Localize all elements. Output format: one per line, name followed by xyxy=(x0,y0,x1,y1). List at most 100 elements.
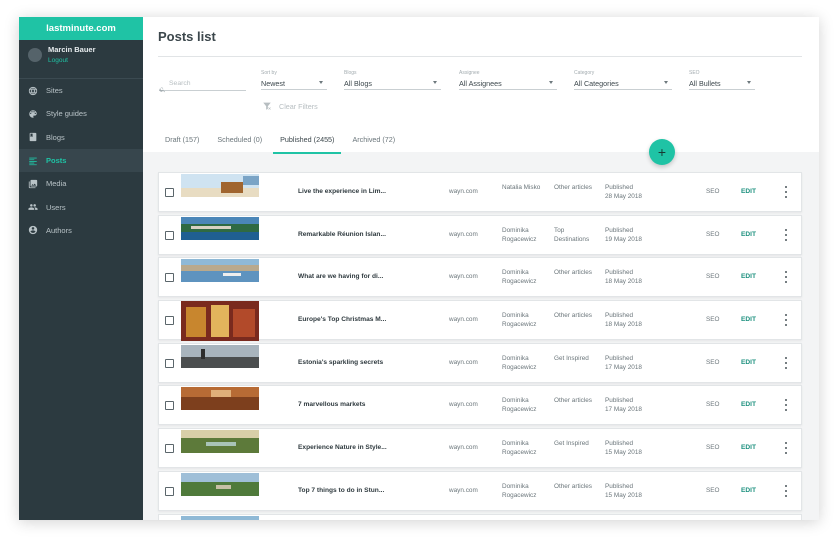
post-title[interactable]: 7 marvellous markets xyxy=(298,401,365,408)
tab-scheduled[interactable]: Scheduled (0) xyxy=(210,135,269,154)
post-status: Published 17 May 2018 xyxy=(605,396,665,414)
post-category: Top Destinations xyxy=(554,226,590,243)
seo-link[interactable]: SEO xyxy=(706,359,720,366)
sidebar-item-authors[interactable]: Authors xyxy=(19,219,143,242)
post-category: Other articles xyxy=(554,482,593,490)
sidebar-item-style-guides[interactable]: Style guides xyxy=(19,102,143,125)
table-row[interactable]: Top 7 things to do in Stun... wayn.com D… xyxy=(158,470,802,511)
seo-link[interactable]: SEO xyxy=(706,444,720,451)
logout-link[interactable]: Logout xyxy=(48,57,96,64)
edit-button[interactable]: EDIT xyxy=(741,273,756,280)
more-vert-icon[interactable] xyxy=(784,271,788,284)
post-title[interactable]: Europe's Top Christmas M... xyxy=(298,316,386,323)
post-author: Dominika Rogacewicz xyxy=(502,397,537,414)
post-title[interactable]: Live the experience in Lim... xyxy=(298,188,386,195)
globe-icon xyxy=(28,86,38,96)
more-vert-icon[interactable] xyxy=(784,399,788,412)
more-vert-icon[interactable] xyxy=(784,484,788,497)
assignee-label: Assignee xyxy=(459,70,480,76)
row-checkbox[interactable] xyxy=(165,401,174,411)
brand-logo[interactable]: lastminute.com xyxy=(19,17,143,40)
table-row[interactable]: Estonia's sparkling secrets wayn.com Dom… xyxy=(158,342,802,383)
users-icon xyxy=(28,202,38,212)
seo-link[interactable]: SEO xyxy=(706,231,720,238)
seo-select[interactable]: SEO All Bullets xyxy=(689,70,755,90)
sidebar-item-label: Media xyxy=(46,179,67,189)
post-thumbnail xyxy=(181,174,259,197)
sidebar-item-blogs[interactable]: Blogs xyxy=(19,126,143,149)
tab-archived[interactable]: Archived (72) xyxy=(345,135,402,154)
post-thumbnail xyxy=(181,430,259,454)
edit-button[interactable]: EDIT xyxy=(741,359,756,366)
sidebar-item-media[interactable]: Media xyxy=(19,172,143,195)
avatar[interactable] xyxy=(28,47,42,62)
row-checkbox[interactable] xyxy=(165,188,174,197)
category-select[interactable]: Category All Categories xyxy=(574,70,672,90)
search-box[interactable] xyxy=(159,80,246,93)
post-title[interactable]: What are we having for di... xyxy=(298,273,383,280)
post-title[interactable]: Experience Nature in Style... xyxy=(298,444,387,451)
main-content: Posts list Sort by Newest Blogs All Blog… xyxy=(143,17,819,520)
add-post-button[interactable]: + xyxy=(649,139,675,165)
more-vert-icon[interactable] xyxy=(784,356,788,369)
table-row[interactable]: Remarkable Réunion Islan... wayn.com Dom… xyxy=(158,214,802,255)
edit-button[interactable]: EDIT xyxy=(741,444,756,451)
tab-published[interactable]: Published (2455) xyxy=(273,135,342,154)
edit-button[interactable]: EDIT xyxy=(741,401,756,408)
table-row[interactable]: Europe's Top Christmas M... wayn.com Dom… xyxy=(158,300,802,342)
sidebar-item-users[interactable]: Users xyxy=(19,195,143,218)
seo-link[interactable]: SEO xyxy=(706,273,720,280)
row-checkbox[interactable] xyxy=(165,486,174,496)
blogs-select[interactable]: Blogs All Blogs xyxy=(344,70,441,90)
row-checkbox[interactable] xyxy=(165,273,174,283)
seo-link[interactable]: SEO xyxy=(706,401,720,408)
post-author: Dominika Rogacewicz xyxy=(502,269,537,286)
post-title[interactable]: Remarkable Réunion Islan... xyxy=(298,231,386,238)
post-thumbnail xyxy=(181,344,259,368)
table-row[interactable]: What are we having for di... wayn.com Do… xyxy=(158,257,802,298)
table-row[interactable]: Live the experience in Lim... wayn.com N… xyxy=(158,172,802,212)
status-date: 15 May 2018 xyxy=(605,491,642,499)
post-category: Other articles xyxy=(554,312,593,320)
post-status: Published 15 May 2018 xyxy=(605,482,665,500)
seo-link[interactable]: SEO xyxy=(706,487,720,494)
post-category: Get Inspired xyxy=(554,354,589,362)
clear-filters-button[interactable]: Clear Filters xyxy=(262,101,318,111)
posts-list: Live the experience in Lim... wayn.com N… xyxy=(158,172,802,520)
post-title[interactable]: Top 7 things to do in Stun... xyxy=(298,487,384,494)
chevron-down-icon xyxy=(319,81,323,84)
sort-select[interactable]: Sort by Newest xyxy=(261,70,327,90)
assignee-select[interactable]: Assignee All Assignees xyxy=(459,70,557,90)
post-author: Dominika Rogacewicz xyxy=(502,226,537,243)
seo-link[interactable]: SEO xyxy=(706,316,720,323)
search-icon xyxy=(159,80,166,98)
search-input[interactable] xyxy=(169,80,244,87)
clear-filters-label: Clear Filters xyxy=(279,101,318,111)
row-checkbox[interactable] xyxy=(165,230,174,240)
row-checkbox[interactable] xyxy=(165,316,174,326)
table-row[interactable]: Experience Nature in Style... wayn.com D… xyxy=(158,428,802,469)
edit-button[interactable]: EDIT xyxy=(741,231,756,238)
sidebar-item-posts[interactable]: Posts xyxy=(19,148,143,173)
post-author: Natalia Misko xyxy=(502,184,541,191)
more-vert-icon[interactable] xyxy=(784,186,788,198)
status-date: 18 May 2018 xyxy=(605,278,642,286)
sidebar-item-label: Authors xyxy=(46,225,72,235)
status-text: Published xyxy=(605,397,634,405)
row-checkbox[interactable] xyxy=(165,444,174,454)
edit-button[interactable]: EDIT xyxy=(741,487,756,494)
app-window: lastminute.com Marcin Bauer Logout Sites… xyxy=(19,17,819,520)
table-row[interactable]: 7 marvellous markets wayn.com Dominika R… xyxy=(158,385,802,426)
post-title[interactable]: Estonia's sparkling secrets xyxy=(298,359,383,366)
more-vert-icon[interactable] xyxy=(784,314,788,327)
edit-button[interactable]: EDIT xyxy=(741,188,756,195)
more-vert-icon[interactable] xyxy=(784,228,788,241)
seo-link[interactable]: SEO xyxy=(706,188,720,195)
tab-draft[interactable]: Draft (157) xyxy=(158,135,206,154)
edit-button[interactable]: EDIT xyxy=(741,316,756,323)
sidebar-item-sites[interactable]: Sites xyxy=(19,79,143,102)
status-date: 19 May 2018 xyxy=(605,235,642,243)
more-vert-icon[interactable] xyxy=(784,442,788,455)
row-checkbox[interactable] xyxy=(165,358,174,368)
status-text: Published xyxy=(605,312,634,320)
